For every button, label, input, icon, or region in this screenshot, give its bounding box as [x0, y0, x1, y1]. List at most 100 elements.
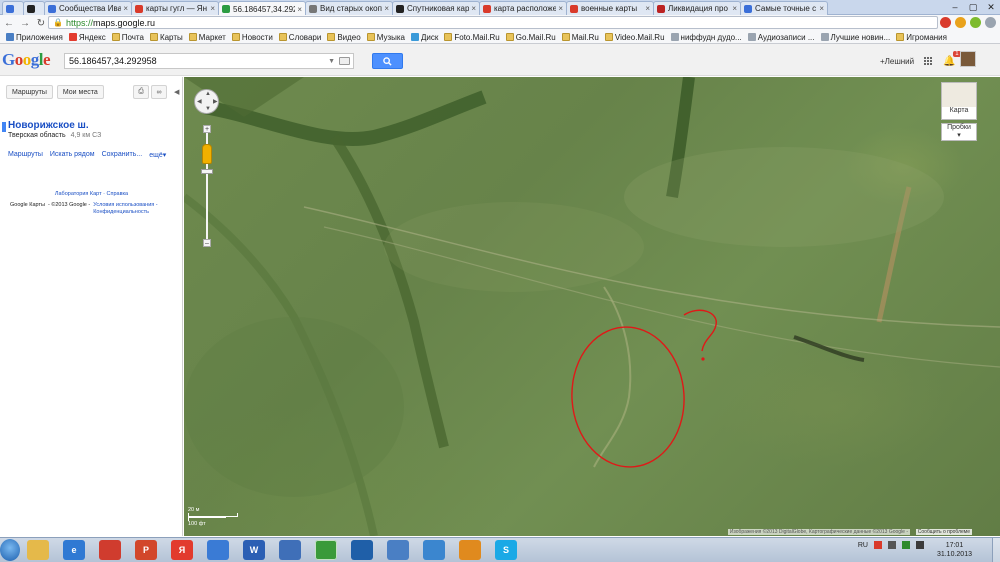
taskbar-explorer-icon[interactable]: [27, 540, 49, 560]
zoom-handle[interactable]: [201, 169, 213, 174]
bookmark-item[interactable]: Foto.Mail.Ru: [444, 33, 500, 42]
bookmark-item[interactable]: Video.Mail.Ru: [604, 33, 665, 42]
routes-button[interactable]: Маршруты: [6, 85, 53, 99]
taskbar-powerpoint-icon[interactable]: P: [135, 540, 157, 560]
zoom-out-icon[interactable]: –: [203, 239, 211, 247]
close-window-icon[interactable]: ✕: [982, 0, 1000, 14]
bookmark-item[interactable]: ниффудн дудо...: [670, 33, 742, 42]
minimize-icon[interactable]: –: [946, 0, 964, 14]
bookmark-item[interactable]: Карты: [149, 33, 183, 42]
print-icon[interactable]: ⎙: [133, 85, 149, 99]
forward-icon[interactable]: →: [18, 16, 32, 30]
bookmark-item[interactable]: Go.Mail.Ru: [505, 33, 556, 42]
browser-tab[interactable]: Самые точные с ×: [740, 1, 828, 15]
back-icon[interactable]: ←: [2, 16, 16, 30]
bookmark-item[interactable]: Mail.Ru: [561, 33, 599, 42]
maps-search-input[interactable]: 56.186457,34.292958 ▼: [64, 53, 354, 69]
taskbar-game-icon[interactable]: [459, 540, 481, 560]
notifications-bell-icon[interactable]: 🔔 1: [943, 50, 961, 67]
tab-close-icon[interactable]: ×: [558, 4, 563, 13]
start-button[interactable]: [0, 539, 20, 561]
map-type-button[interactable]: Карта: [941, 82, 977, 120]
browser-tab[interactable]: Сообщества Ива ×: [44, 1, 132, 15]
language-indicator[interactable]: RU: [858, 542, 868, 549]
link-icon[interactable]: ∞: [151, 85, 167, 99]
browser-tab[interactable]: военные карты ×: [566, 1, 654, 15]
bookmark-item[interactable]: Диск: [410, 33, 438, 42]
footer-links[interactable]: Лаборатория Карт · Справка: [0, 191, 183, 197]
bookmark-item[interactable]: Яндекс: [68, 33, 106, 42]
bookmark-item[interactable]: Маркет: [188, 33, 226, 42]
save-link[interactable]: Сохранить...: [102, 151, 143, 159]
menu-icon[interactable]: [985, 17, 996, 28]
apps-grid-icon[interactable]: [924, 56, 933, 66]
browser-tab[interactable]: [2, 1, 24, 15]
taskbar-app-icon[interactable]: [279, 540, 301, 560]
browser-tab[interactable]: карты гугл — Ян ×: [131, 1, 219, 15]
tab-close-icon[interactable]: ×: [471, 4, 476, 13]
maximize-icon[interactable]: ▢: [964, 0, 982, 14]
bookmark-item[interactable]: Новости: [231, 33, 273, 42]
bookmark-item[interactable]: Видео: [327, 33, 361, 42]
taskbar-word-icon[interactable]: W: [243, 540, 265, 560]
bookmark-item[interactable]: Лучшие новин...: [820, 33, 890, 42]
routes-link[interactable]: Маршруты: [8, 151, 43, 159]
browser-tab[interactable]: 56.186457,34.292 ×: [218, 1, 306, 16]
avatar[interactable]: [960, 51, 976, 67]
tray-app-icon[interactable]: [888, 541, 896, 549]
google-logo[interactable]: Google: [2, 50, 51, 70]
taskbar-paint-icon[interactable]: [387, 540, 409, 560]
star-icon[interactable]: [955, 17, 966, 28]
browser-tab[interactable]: Спутниковая кар ×: [392, 1, 480, 15]
browser-tab[interactable]: [23, 1, 45, 15]
more-link[interactable]: ещё▾: [149, 151, 166, 159]
browser-tab[interactable]: карта расположе ×: [479, 1, 567, 15]
network-icon[interactable]: [902, 541, 910, 549]
taskbar-yandex-icon[interactable]: Я: [171, 540, 193, 560]
taskbar-chrome-icon[interactable]: [315, 540, 337, 560]
tab-close-icon[interactable]: ×: [819, 4, 824, 13]
tab-close-icon[interactable]: ×: [384, 4, 389, 13]
bookmark-item[interactable]: Приложения: [6, 33, 63, 42]
my-places-button[interactable]: Мои места: [56, 85, 104, 99]
flag-icon[interactable]: [874, 541, 882, 549]
bookmark-item[interactable]: Аудиозаписи ...: [747, 33, 815, 42]
volume-icon[interactable]: [916, 541, 924, 549]
tab-close-icon[interactable]: ×: [123, 4, 128, 13]
bookmark-item[interactable]: Музыка: [366, 33, 405, 42]
taskbar-skype-icon[interactable]: S: [495, 540, 517, 560]
satellite-map[interactable]: ▲ ▼ ◀ ▶ + – Карта Пробки ▾ 20 м 100 фт Из…: [184, 77, 1000, 536]
pegman-icon[interactable]: [202, 144, 212, 164]
pan-control[interactable]: ▲ ▼ ◀ ▶: [194, 89, 219, 114]
bookmark-item[interactable]: Почта: [111, 33, 144, 42]
search-nearby-link[interactable]: Искать рядом: [50, 151, 95, 159]
user-name[interactable]: +Лешний: [880, 57, 914, 66]
chevron-down-icon[interactable]: ▼: [328, 58, 335, 65]
browser-tab[interactable]: Вид старых окоп ×: [305, 1, 393, 15]
browser-tab[interactable]: Ликвидация про ×: [653, 1, 741, 15]
extension-icon[interactable]: [970, 17, 981, 28]
tab-close-icon[interactable]: ×: [297, 5, 302, 14]
taskbar-mail-icon[interactable]: [207, 540, 229, 560]
adblock-icon[interactable]: [940, 17, 951, 28]
report-problem-link[interactable]: Сообщить о проблеме: [915, 529, 972, 535]
bookmark-item[interactable]: Игромания: [896, 33, 947, 42]
place-title[interactable]: Новорижское ш.: [8, 120, 89, 131]
taskbar-ie-icon[interactable]: e: [63, 540, 85, 560]
traffic-button[interactable]: Пробки ▾: [941, 123, 977, 141]
address-bar[interactable]: 🔒 https:// maps.google.ru: [48, 16, 938, 29]
tab-close-icon[interactable]: ×: [732, 4, 737, 13]
collapse-panel-icon[interactable]: ◀: [174, 88, 179, 96]
search-button[interactable]: [372, 53, 403, 69]
tab-close-icon[interactable]: ×: [645, 4, 650, 13]
privacy-link[interactable]: Конфиденциальность: [93, 209, 149, 215]
taskbar-sound-icon[interactable]: [423, 540, 445, 560]
clock[interactable]: 17:01 31.10.2013: [937, 541, 972, 559]
terms-link[interactable]: Условия использования -: [93, 202, 157, 208]
tab-close-icon[interactable]: ×: [210, 4, 215, 13]
reload-icon[interactable]: ↻: [34, 16, 48, 30]
zoom-in-icon[interactable]: +: [203, 125, 211, 133]
keyboard-icon[interactable]: [339, 57, 350, 65]
taskbar-player-icon[interactable]: [351, 540, 373, 560]
taskbar-media-icon[interactable]: [99, 540, 121, 560]
